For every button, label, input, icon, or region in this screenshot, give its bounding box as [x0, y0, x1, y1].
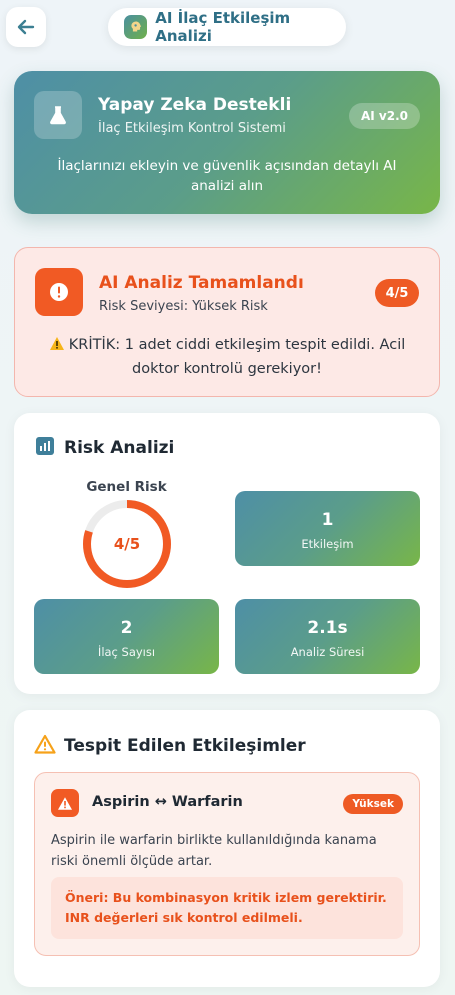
- risk-score-badge: 4/5: [375, 279, 419, 307]
- stat-label: Analiz Süresi: [290, 645, 365, 659]
- risk-analysis-card: Risk Analizi Genel Risk 4/5 1 Etkileşim …: [14, 413, 440, 694]
- interactions-card: Tespit Edilen Etkileşimler Aspirin ↔ War…: [14, 710, 440, 987]
- analysis-alert: AI Analiz Tamamlandı Risk Seviyesi: Yüks…: [14, 247, 440, 397]
- risk-analysis-title: Risk Analizi: [64, 438, 175, 458]
- recommendation-box: Öneri: Bu kombinasyon kritik izlem gerek…: [51, 877, 403, 939]
- back-button[interactable]: [6, 7, 46, 47]
- risk-gauge: 4/5: [81, 498, 173, 590]
- interaction-pair: Aspirin ↔ Warfarin: [92, 794, 243, 810]
- risk-analysis-header: Risk Analizi: [36, 437, 174, 459]
- arrow-left-icon: [17, 19, 35, 35]
- top-bar: AI İlaç Etkileşim Analizi: [0, 0, 455, 56]
- severity-badge: Yüksek: [343, 794, 403, 814]
- bar-chart-icon: [36, 437, 54, 459]
- warning-triangle-icon: [34, 734, 56, 758]
- stat-value: 1: [321, 510, 334, 530]
- exclamation-circle-icon: [35, 268, 83, 316]
- version-badge: AI v2.0: [348, 103, 420, 129]
- hero-banner: Yapay Zeka Destekli İlaç Etkileşim Kontr…: [14, 71, 440, 214]
- interaction-item[interactable]: Aspirin ↔ Warfarin Yüksek Aspirin ile wa…: [34, 772, 420, 956]
- interactions-header: Tespit Edilen Etkileşimler: [34, 734, 306, 758]
- alert-message: KRİTİK: 1 adet ciddi etkileşim tespit ed…: [45, 334, 409, 380]
- interactions-title: Tespit Edilen Etkileşimler: [64, 736, 306, 756]
- flask-icon: [34, 91, 82, 139]
- brain-icon: [124, 15, 148, 39]
- hero-description: İlaçlarınızı ekleyin ve güvenlik açısınd…: [57, 158, 397, 194]
- alert-message-text: KRİTİK: 1 adet ciddi etkileşim tespit ed…: [68, 337, 406, 377]
- stat-value: 2.1s: [307, 618, 348, 638]
- gauge-value: 4/5: [113, 535, 141, 553]
- stat-analysis-time: 2.1s Analiz Süresi: [235, 599, 420, 674]
- stat-value: 2: [120, 618, 133, 638]
- hero-subtitle: İlaç Etkileşim Kontrol Sistemi: [98, 121, 286, 136]
- stat-interactions: 1 Etkileşim: [235, 491, 420, 566]
- alert-title: AI Analiz Tamamlandı: [99, 273, 304, 293]
- alert-triangle-icon: [51, 789, 79, 817]
- risk-level-text: Risk Seviyesi: Yüksek Risk: [99, 299, 268, 314]
- warning-icon: [49, 336, 65, 358]
- hero-title: Yapay Zeka Destekli: [98, 95, 292, 115]
- stat-drug-count: 2 İlaç Sayısı: [34, 599, 219, 674]
- stat-label: Etkileşim: [301, 537, 354, 551]
- gauge-title: Genel Risk: [86, 479, 167, 495]
- interaction-description: Aspirin ile warfarin birlikte kullanıldı…: [51, 833, 377, 869]
- stat-label: İlaç Sayısı: [97, 645, 156, 659]
- page-title: AI İlaç Etkileşim Analizi: [155, 9, 291, 45]
- page-title-pill: AI İlaç Etkileşim Analizi: [108, 8, 346, 46]
